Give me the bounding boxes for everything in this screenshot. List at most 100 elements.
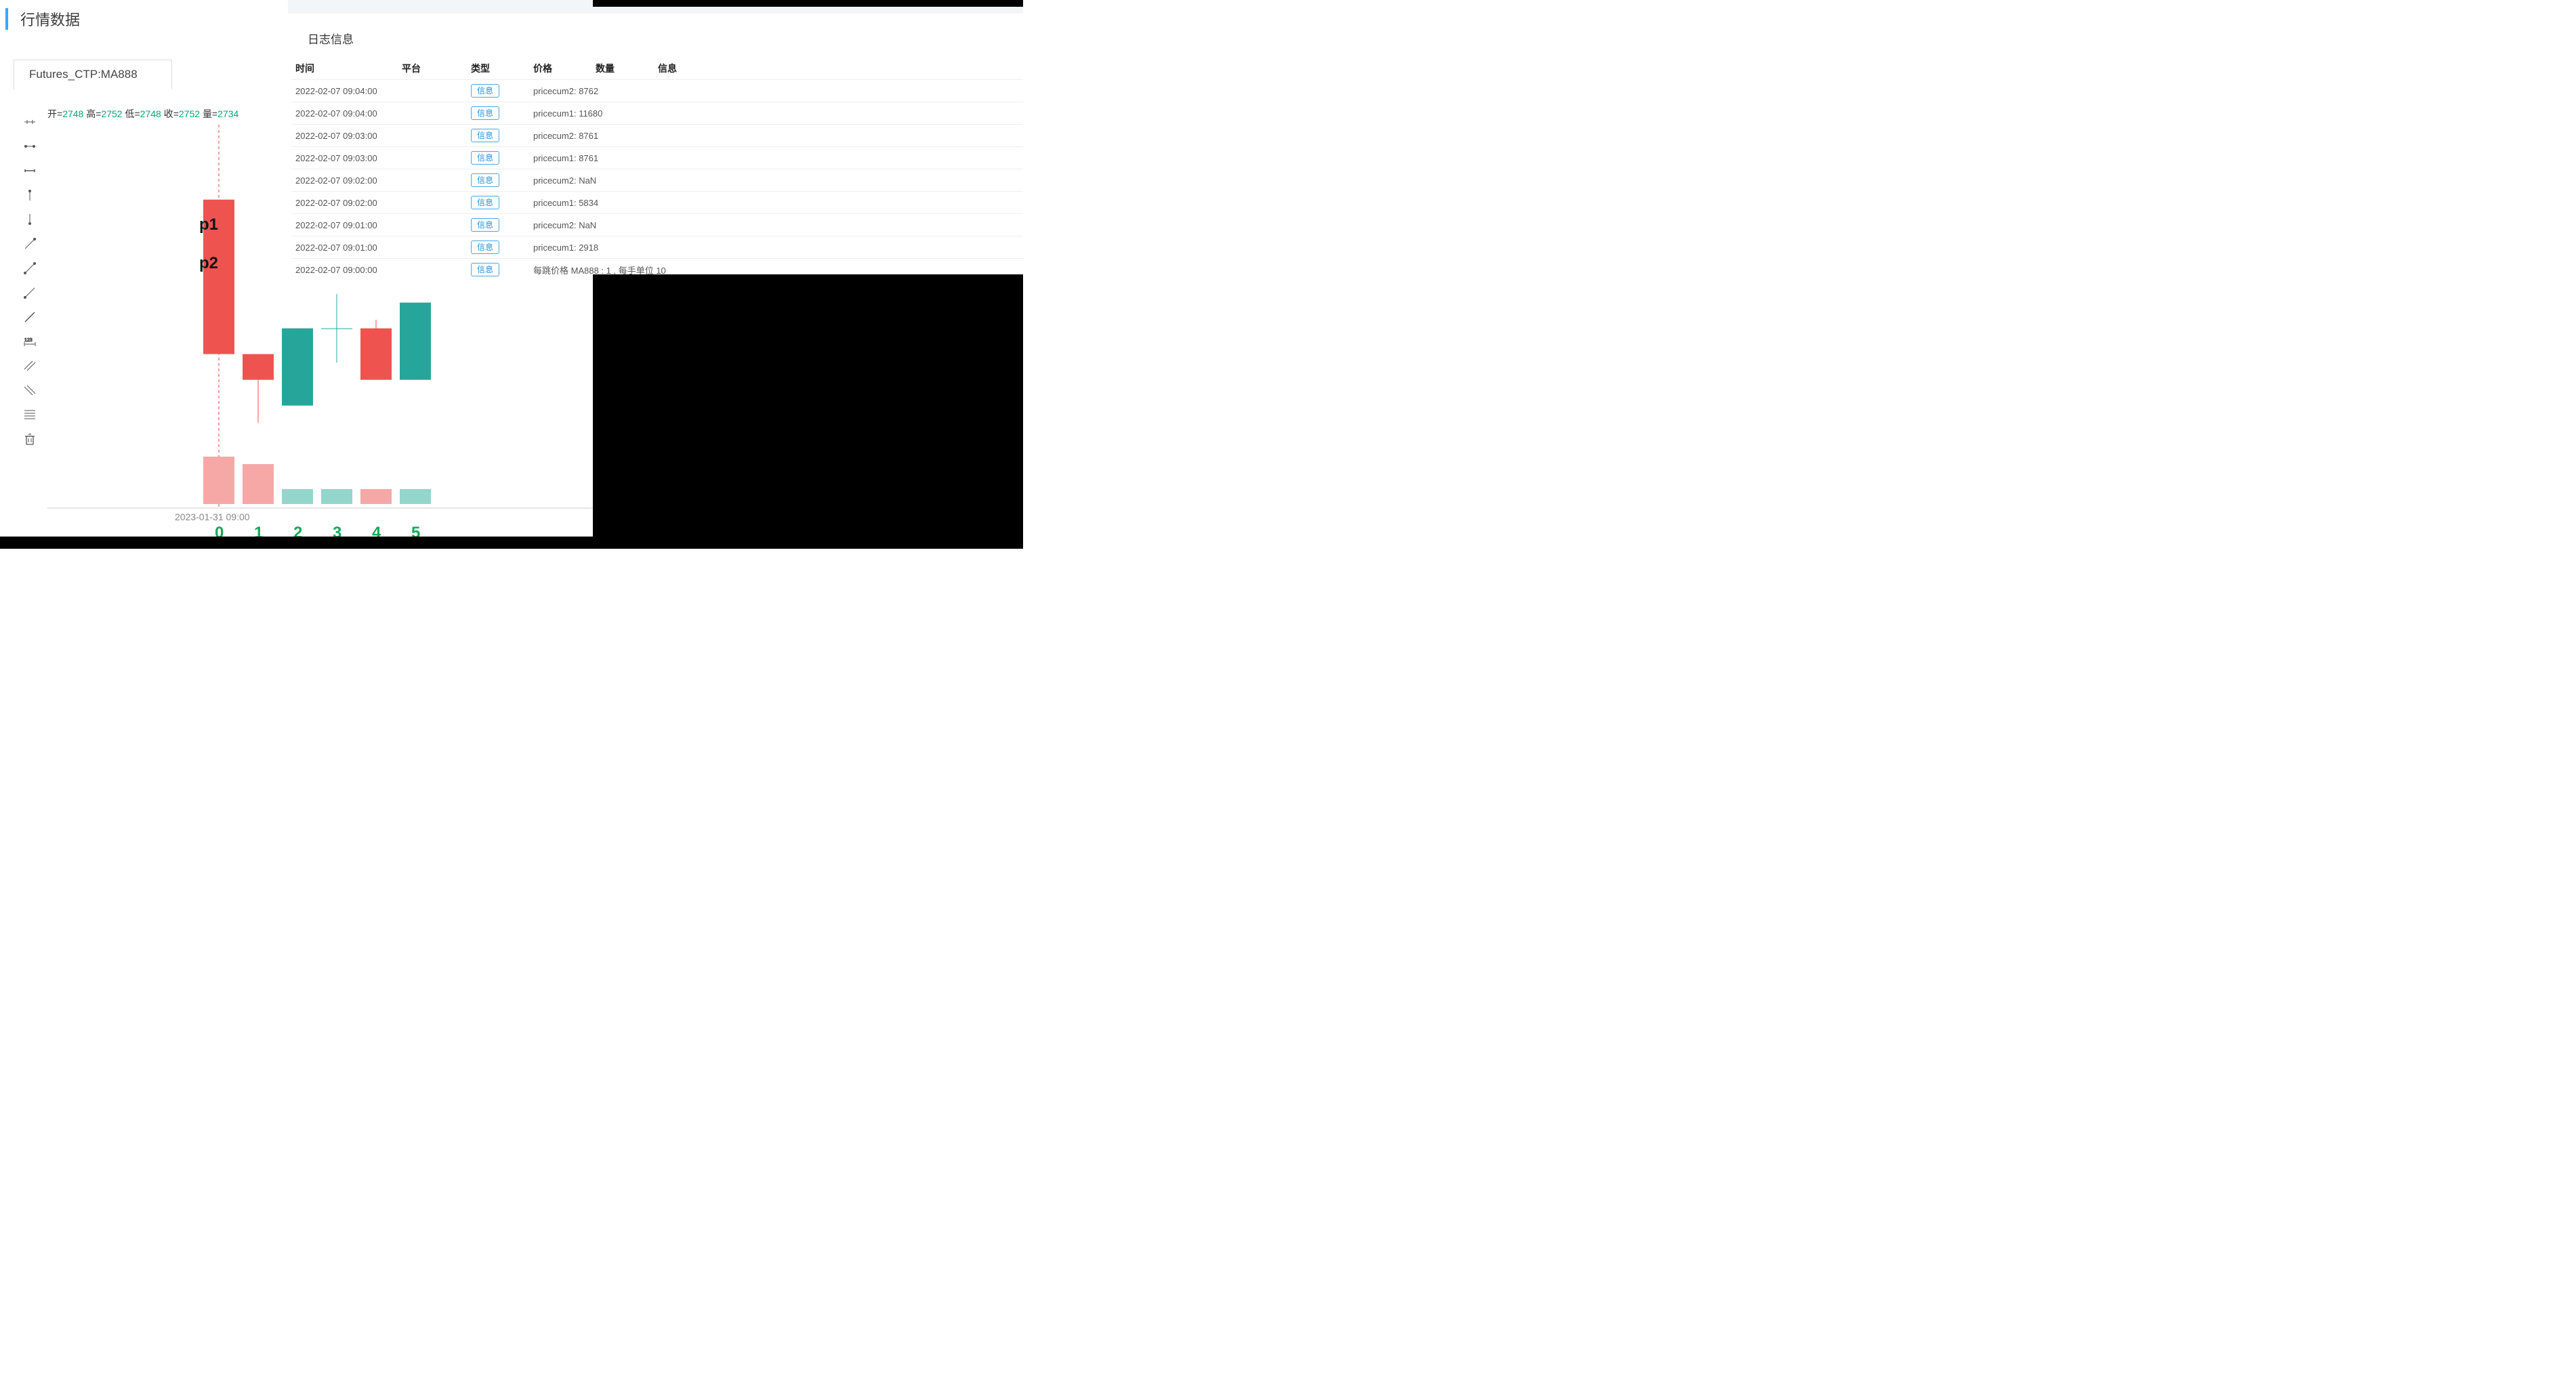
log-row: 2022-02-07 09:02:00 信息 pricecum2: NaN	[291, 169, 1023, 192]
low-value: 2748	[140, 108, 161, 119]
log-time: 2022-02-07 09:03:00	[291, 125, 398, 147]
tool-measure-icon[interactable]: 123	[20, 332, 39, 351]
x-axis-label: 2023-01-31 09:00	[175, 511, 250, 522]
bottom-black-bar	[0, 537, 1023, 549]
tool-parallel-up-icon[interactable]	[20, 356, 39, 375]
log-platform	[398, 147, 467, 169]
log-platform	[398, 259, 467, 278]
volume-bar[interactable]	[321, 489, 352, 504]
volume-bar[interactable]	[243, 464, 274, 504]
candle-body[interactable]	[360, 329, 392, 380]
log-title: 日志信息	[291, 20, 1023, 56]
log-price: pricecum1: 8761	[529, 147, 1023, 169]
page-root: 行情数据 Futures_CTP:MA888 123 开=2748 高=2752	[0, 0, 1023, 549]
annotation-p2: p2	[199, 254, 218, 272]
low-label: 低=	[125, 108, 140, 119]
info-tag[interactable]: 信息	[471, 151, 499, 165]
volume-bar[interactable]	[400, 489, 431, 504]
log-row: 2022-02-07 09:03:00 信息 pricecum2: 8761	[291, 125, 1023, 147]
close-value: 2752	[179, 108, 200, 119]
log-type: 信息	[467, 214, 529, 236]
log-price: pricecum2: NaN	[529, 214, 1023, 236]
left-panel: 行情数据 Futures_CTP:MA888 123 开=2748 高=2752	[0, 0, 278, 549]
log-time: 2022-02-07 09:01:00	[291, 214, 398, 236]
log-type: 信息	[467, 80, 529, 102]
log-header-row: 时间 平台 类型 价格 数量 信息	[291, 56, 1023, 80]
log-time: 2022-02-07 09:03:00	[291, 147, 398, 169]
candle-body[interactable]	[282, 329, 313, 406]
log-type: 信息	[467, 236, 529, 259]
tool-delete-icon[interactable]	[20, 430, 39, 448]
tool-cross-icon[interactable]	[20, 112, 39, 131]
log-row: 2022-02-07 09:01:00 信息 pricecum1: 2918	[291, 236, 1023, 259]
log-platform	[398, 214, 467, 236]
vol-value: 2734	[217, 108, 238, 119]
tool-segment-icon[interactable]	[20, 161, 39, 180]
info-tag[interactable]: 信息	[471, 129, 499, 142]
info-tag[interactable]: 信息	[471, 263, 499, 276]
tool-trend-line-icon[interactable]	[20, 259, 39, 278]
log-row: 2022-02-07 09:03:00 信息 pricecum1: 8761	[291, 147, 1023, 169]
tool-parallel-down-icon[interactable]	[20, 381, 39, 400]
log-type: 信息	[467, 102, 529, 125]
log-row: 2022-02-07 09:04:00信息pricecum2: 8762	[291, 80, 1023, 102]
tool-vertical-top-icon[interactable]	[20, 186, 39, 205]
log-type: 信息	[467, 192, 529, 214]
high-label: 高=	[86, 108, 101, 119]
log-table: 时间 平台 类型 价格 数量 信息 2022-02-07 09:04:00信息p…	[291, 56, 1023, 278]
tool-diag-down-icon[interactable]	[20, 283, 39, 302]
log-type: 信息	[467, 259, 529, 278]
log-time: 2022-02-07 09:02:00	[291, 169, 398, 192]
open-value: 2748	[62, 108, 83, 119]
candle-body[interactable]	[243, 354, 274, 380]
log-price: pricecum2: 8761	[529, 125, 1023, 147]
info-tag[interactable]: 信息	[471, 173, 499, 187]
volume-bar[interactable]	[282, 489, 313, 504]
tool-vertical-bottom-icon[interactable]	[20, 210, 39, 229]
col-type: 类型	[467, 56, 529, 80]
log-time: 2022-02-07 09:00:00	[291, 259, 398, 278]
log-time: 2022-02-07 09:02:00	[291, 192, 398, 214]
log-row: 2022-02-07 09:01:00 信息 pricecum2: NaN	[291, 214, 1023, 236]
info-tag[interactable]: 信息	[471, 84, 499, 98]
log-platform	[398, 192, 467, 214]
log-platform	[398, 125, 467, 147]
open-label: 开=	[47, 108, 62, 119]
market-data-title: 行情数据	[5, 8, 80, 30]
annotation-p1: p1	[199, 215, 218, 234]
log-price: pricecum1: 11680	[529, 102, 1023, 125]
info-tag[interactable]: 信息	[471, 218, 499, 232]
log-row: 2022-02-07 09:04:00 信息 pricecum1: 11680	[291, 102, 1023, 125]
log-panel: 日志信息 时间 平台 类型 价格 数量 信息 2022-02-07 09:04:…	[291, 20, 1023, 278]
log-time: 2022-02-07 09:01:00	[291, 236, 398, 259]
vol-label: 量=	[203, 108, 217, 119]
log-platform	[398, 169, 467, 192]
col-info: 信息	[654, 56, 1023, 80]
tool-hline-dots-icon[interactable]	[20, 137, 39, 156]
info-tag[interactable]: 信息	[471, 240, 499, 254]
tool-ray-icon[interactable]	[20, 308, 39, 327]
tool-diag-up-icon[interactable]	[20, 234, 39, 253]
log-platform	[398, 236, 467, 259]
high-value: 2752	[101, 108, 122, 119]
info-tag[interactable]: 信息	[471, 106, 499, 120]
svg-text:123: 123	[24, 338, 33, 343]
col-price: 价格	[529, 56, 591, 80]
log-type: 信息	[467, 125, 529, 147]
log-price: pricecum2: 8762	[529, 80, 1023, 102]
tool-fib-icon[interactable]	[20, 405, 39, 424]
log-price: pricecum1: 2918	[529, 236, 1023, 259]
right-black-overlay	[593, 274, 1023, 549]
log-time: 2022-02-07 09:04:00	[291, 102, 398, 125]
log-row: 2022-02-07 09:02:00 信息 pricecum1: 5834	[291, 192, 1023, 214]
volume-bar[interactable]	[203, 457, 234, 504]
volume-bar[interactable]	[360, 489, 392, 504]
log-price: pricecum2: NaN	[529, 169, 1023, 192]
col-qty: 数量	[591, 56, 654, 80]
symbol-tab[interactable]: Futures_CTP:MA888	[14, 60, 172, 90]
log-price: pricecum1: 5834	[529, 192, 1023, 214]
candle-body[interactable]	[400, 303, 431, 380]
log-platform	[398, 102, 467, 125]
info-tag[interactable]: 信息	[471, 196, 499, 209]
ohlc-readout: 开=2748 高=2752 低=2748 收=2752 量=2734	[47, 107, 238, 121]
